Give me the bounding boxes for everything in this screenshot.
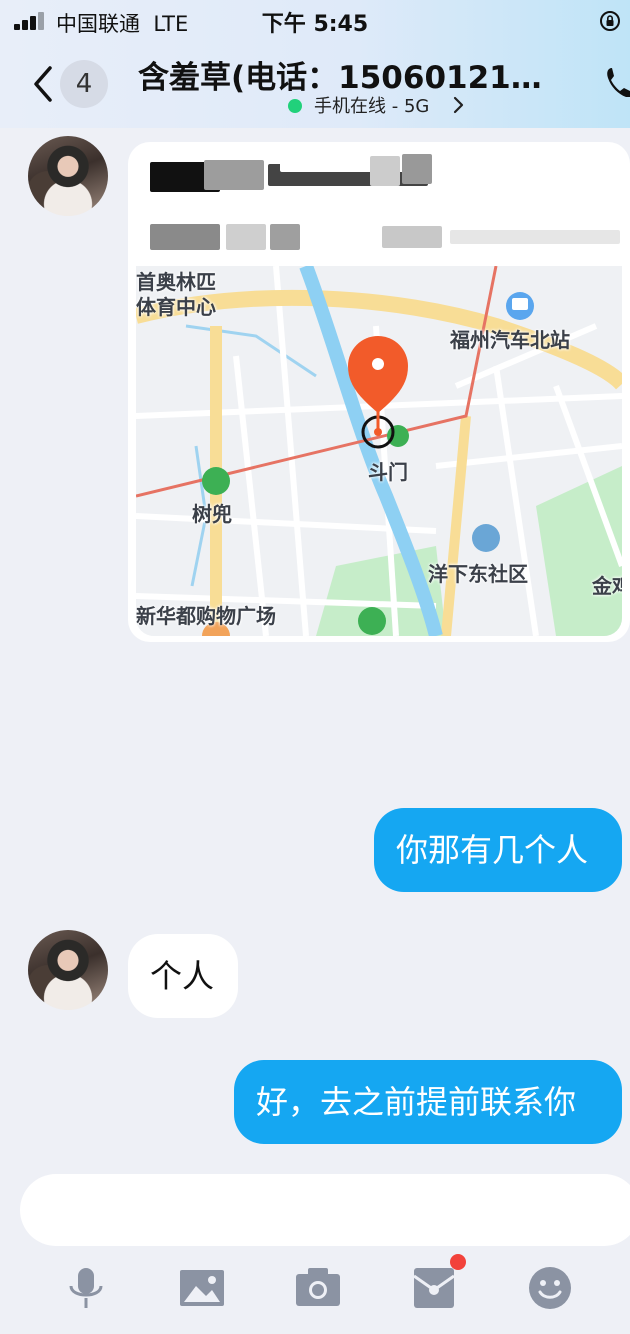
map-label: 福州汽车北站 bbox=[450, 328, 570, 352]
map-label: 斗门 bbox=[368, 460, 408, 484]
unread-count-badge[interactable]: 4 bbox=[60, 60, 108, 108]
map-label: 金鸡 bbox=[592, 574, 622, 598]
chevron-right-icon[interactable] bbox=[452, 96, 464, 114]
notification-dot bbox=[450, 1254, 466, 1270]
contact-avatar[interactable] bbox=[28, 930, 108, 1010]
map-label: 体育中心 bbox=[136, 295, 216, 319]
phone-call-icon[interactable] bbox=[600, 62, 630, 102]
map-label: 洋下东社区 bbox=[428, 562, 528, 586]
location-message-card[interactable]: 首奥林匹 体育中心 福州汽车北站 斗门 树兜 洋下东社区 金鸡 新华都购物广场 bbox=[128, 142, 630, 642]
location-map[interactable]: 首奥林匹 体育中心 福州汽车北站 斗门 树兜 洋下东社区 金鸡 新华都购物广场 bbox=[136, 266, 622, 636]
map-roads bbox=[136, 266, 622, 636]
message-input[interactable] bbox=[20, 1174, 630, 1246]
chat-title[interactable]: 含羞草(电话：150601218… bbox=[138, 52, 558, 97]
map-label: 树兜 bbox=[192, 502, 232, 526]
location-title-redacted bbox=[150, 154, 610, 194]
image-icon[interactable] bbox=[178, 1264, 226, 1312]
status-time: 下午 5:45 bbox=[261, 12, 369, 37]
location-address-redacted bbox=[150, 220, 620, 254]
rotation-lock-icon bbox=[600, 11, 620, 31]
back-icon[interactable] bbox=[30, 64, 56, 104]
online-status[interactable]: 手机在线 - 5G bbox=[314, 92, 429, 118]
red-envelope-icon[interactable] bbox=[410, 1264, 458, 1312]
outgoing-message-bubble[interactable]: 你那有几个人 bbox=[374, 808, 622, 892]
contact-avatar[interactable] bbox=[28, 136, 108, 216]
camera-icon[interactable] bbox=[294, 1264, 342, 1312]
message-composer bbox=[0, 1156, 630, 1334]
incoming-message-bubble[interactable]: 个人 bbox=[128, 934, 238, 1018]
emoji-icon[interactable] bbox=[526, 1264, 574, 1312]
status-bar: 中国联通 LTE 下午 5:45 bbox=[0, 0, 630, 42]
outgoing-message-bubble[interactable]: 好，去之前提前联系你 bbox=[234, 1060, 622, 1144]
microphone-icon[interactable] bbox=[62, 1264, 110, 1312]
chat-header: 中国联通 LTE 下午 5:45 4 含羞草(电话：150601218… 手机在… bbox=[0, 0, 630, 128]
online-status-dot bbox=[288, 99, 302, 113]
map-label: 新华都购物广场 bbox=[136, 604, 276, 628]
